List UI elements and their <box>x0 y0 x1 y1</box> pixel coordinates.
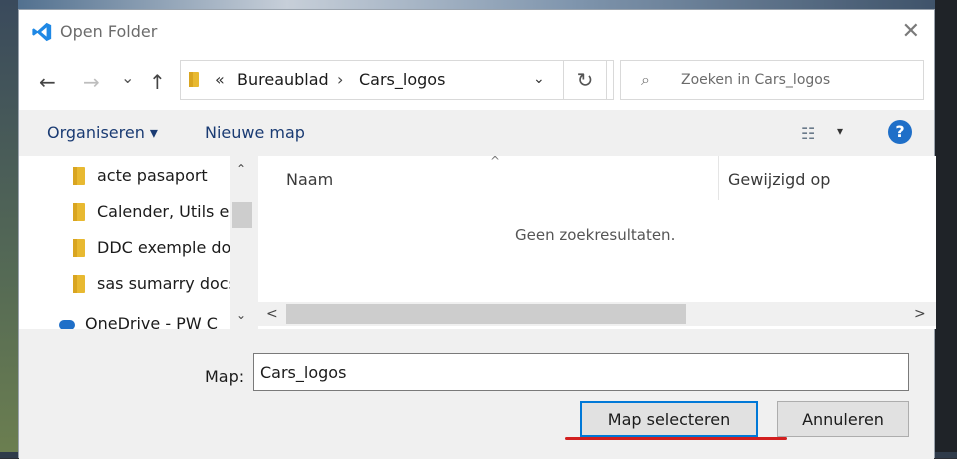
address-dropdown-chevron-icon[interactable]: ⌄ <box>533 71 545 87</box>
cancel-button[interactable]: Annuleren <box>777 401 909 437</box>
scroll-down-icon[interactable]: ⌄ <box>236 308 246 322</box>
breadcrumb-cars-logos[interactable]: Cars_logos <box>359 70 445 89</box>
title-bar: Open Folder ✕ <box>19 10 934 54</box>
vscode-logo-icon <box>32 22 52 42</box>
folder-icon <box>73 239 85 257</box>
navigation-vertical-scrollbar[interactable]: ⌃ ⌄ <box>230 156 254 329</box>
open-folder-dialog: Open Folder ✕ ← → ⌄ ↑ « Bureaublad › Car… <box>18 9 936 459</box>
folder-icon <box>73 167 85 185</box>
up-arrow-icon[interactable]: ↑ <box>149 70 166 94</box>
tree-item-label: acte pasaport <box>97 166 208 185</box>
tree-item-sas-sumarry[interactable]: sas sumarry docs <box>19 266 237 302</box>
back-arrow-icon[interactable]: ← <box>39 70 56 94</box>
column-header-modified[interactable]: Gewijzigd op <box>728 170 830 189</box>
sort-ascending-icon: ^ <box>490 154 501 168</box>
column-header-name[interactable]: Naam <box>286 170 333 189</box>
breadcrumb-bureaublad[interactable]: Bureaublad <box>237 70 329 89</box>
column-header-row: ^ Naam Gewijzigd op <box>258 154 936 200</box>
empty-results-message: Geen zoekresultaten. <box>515 226 676 244</box>
organize-menu-button[interactable]: Organiseren ▾ <box>47 123 158 142</box>
search-placeholder: Zoeken in Cars_logos <box>681 72 831 88</box>
underline-annotation-select <box>565 437 787 440</box>
forward-arrow-icon[interactable]: → <box>83 70 100 94</box>
desktop-background-left <box>0 0 18 458</box>
scroll-thumb[interactable] <box>232 202 252 228</box>
file-list-pane: ^ Naam Gewijzigd op Geen zoekresultaten.… <box>258 154 936 329</box>
view-options-icon[interactable]: ☷ <box>801 124 815 143</box>
command-bar: Organiseren ▾ Nieuwe map ☷ ▾ ? <box>19 110 934 156</box>
help-icon[interactable]: ? <box>888 120 912 144</box>
navigation-bar: ← → ⌄ ↑ « Bureaublad › Cars_logos ⌄ ↻ ⌕ … <box>19 54 934 110</box>
scroll-right-icon[interactable]: > <box>914 306 926 322</box>
folder-icon <box>73 275 85 293</box>
new-folder-button[interactable]: Nieuwe map <box>205 123 305 142</box>
breadcrumb-separator-icon[interactable]: › <box>337 70 343 89</box>
onedrive-icon <box>59 320 75 329</box>
folder-icon <box>189 72 199 87</box>
folder-icon <box>73 203 85 221</box>
folder-name-input[interactable] <box>253 353 909 391</box>
refresh-icon[interactable]: ↻ <box>563 60 607 100</box>
tree-item-label: Calender, Utils en <box>97 202 240 221</box>
tree-item-label: sas sumarry docs <box>97 274 237 293</box>
dialog-footer: Map: Map selecteren Annuleren <box>19 329 934 459</box>
dialog-title: Open Folder <box>60 22 158 41</box>
tree-item-onedrive[interactable]: OneDrive - PW C <box>85 314 218 329</box>
recent-locations-chevron-icon[interactable]: ⌄ <box>121 68 134 87</box>
navigation-pane: acte pasaport Calender, Utils en DDC exe… <box>19 156 254 329</box>
close-icon[interactable]: ✕ <box>902 19 920 44</box>
file-list-horizontal-scrollbar[interactable]: < > <box>258 302 936 326</box>
select-folder-button[interactable]: Map selecteren <box>580 401 758 437</box>
address-overflow-icon[interactable]: « <box>215 70 225 89</box>
search-box[interactable]: ⌕ Zoeken in Cars_logos <box>620 60 924 100</box>
view-dropdown-icon[interactable]: ▾ <box>837 124 843 138</box>
tree-item-acte-pasaport[interactable]: acte pasaport <box>19 158 229 194</box>
folder-name-label: Map: <box>205 367 245 386</box>
scroll-left-icon[interactable]: < <box>266 306 278 322</box>
scroll-up-icon[interactable]: ⌃ <box>236 162 246 176</box>
desktop-background-right <box>935 0 957 458</box>
scroll-thumb[interactable] <box>286 304 686 324</box>
column-separator[interactable] <box>718 156 719 200</box>
address-bar[interactable]: « Bureaublad › Cars_logos ⌄ <box>180 60 614 100</box>
tree-item-calender-utils[interactable]: Calender, Utils en <box>19 194 239 230</box>
tree-item-ddc-exemple[interactable]: DDC exemple doc <box>19 230 240 266</box>
tree-item-label: DDC exemple doc <box>97 238 241 257</box>
search-icon: ⌕ <box>641 70 650 89</box>
